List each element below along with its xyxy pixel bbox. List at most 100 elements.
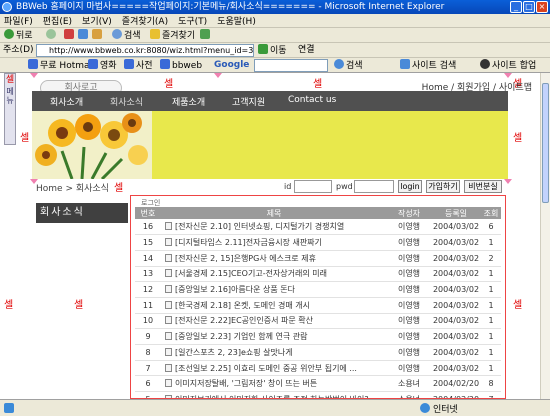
google-logo[interactable]: Google <box>214 59 249 72</box>
nav-item-products[interactable]: 제품소개 <box>172 95 205 108</box>
cell-marker: 셀 <box>114 183 124 194</box>
menu-file[interactable]: 파일(F) <box>4 14 33 27</box>
nav-item-support[interactable]: 고객지원 <box>232 95 265 108</box>
document-icon <box>165 222 172 231</box>
search-button[interactable]: 검색 <box>112 29 141 42</box>
menu-tools[interactable]: 도구(T) <box>178 14 207 27</box>
go-label: 이동 <box>270 46 287 56</box>
search-label: 검색 <box>124 31 141 41</box>
table-row[interactable]: 5이미지보기에서 이미지한 사이즈를 조정 하는방법이 바이?소용녀2004/0… <box>135 391 501 398</box>
row-title-text[interactable]: [조선일보 2.25] 이효리 도메인 중공 위안부 됩기에 ... <box>175 364 357 373</box>
join-button[interactable]: 가입하기 <box>426 180 460 193</box>
menu-help[interactable]: 도움말(H) <box>217 14 256 27</box>
sidebar-menu-tab[interactable]: 셀 메뉴 <box>4 73 16 145</box>
col-header-number: 번호 <box>135 207 161 219</box>
id-label: id <box>284 182 292 191</box>
row-number: 6 <box>135 375 161 393</box>
row-title[interactable]: 이미지저장탈배, '그림저장' 창이 뜨는 버튼 <box>161 375 387 393</box>
site-search-button[interactable]: 사이트 검색 <box>400 59 456 72</box>
link-icon <box>160 59 170 69</box>
google-search-button[interactable]: 검색 <box>334 59 363 72</box>
menu-view[interactable]: 보기(V) <box>82 14 112 27</box>
forward-button[interactable] <box>46 29 58 42</box>
find-password-button[interactable]: 비번분실 <box>464 180 502 193</box>
close-button[interactable]: × <box>536 1 548 13</box>
site-join-button[interactable]: 사이트 합업 <box>480 59 536 72</box>
link-bbweb[interactable]: bbweb <box>160 59 202 72</box>
site-search-icon <box>400 59 410 69</box>
document-icon <box>165 316 172 325</box>
row-number: 7 <box>135 360 161 377</box>
pwd-input[interactable] <box>354 180 394 193</box>
link-hotmail[interactable]: 무료 Hotmail <box>28 59 95 72</box>
back-arrow-icon <box>4 29 14 39</box>
table-row[interactable]: 16 [전자신문 2.10] 인터넷쇼핑, 디지털가기 경쟁치열 이영행 2004/0… <box>135 219 501 236</box>
row-title[interactable]: [서울경제 2.15]CEO기고-전자상거래의 미래 <box>161 266 387 283</box>
scrollbar-thumb[interactable] <box>542 83 549 203</box>
link-movie[interactable]: 영화 <box>88 59 117 72</box>
row-views: 1 <box>481 234 501 251</box>
table-row[interactable]: 9 [중앙일보 2.23] 기업인 함께 연극 관람 이영행 2004/03/02 1 <box>135 328 501 345</box>
login-button[interactable]: login <box>398 180 422 193</box>
go-button[interactable]: 이동 <box>258 44 287 57</box>
row-title[interactable]: [일간스포츠 2, 23]e쇼핑 살맛나게 <box>161 344 387 361</box>
row-title[interactable]: [중앙일보 2.16]아름다운 상품 돈다 <box>161 281 387 298</box>
links-label[interactable]: 연결 <box>298 44 315 57</box>
nav-item-contact[interactable]: Contact us <box>288 95 336 105</box>
row-title[interactable]: [조선일보 2.25] 이효리 도메인 중공 위안부 됩기에 ... <box>161 360 387 377</box>
row-title-text[interactable]: [전자신문 2, 15]은행PG사 에스크로 제휴 <box>175 254 316 263</box>
row-number: 12 <box>135 281 161 298</box>
refresh-button[interactable] <box>78 29 90 42</box>
table-row[interactable]: 10 [전자신문 2.22]EC공인인증서 파문 확산 이영행 2004/03/02 1 <box>135 313 501 330</box>
row-title[interactable]: [한국경제 2.18] 온켓, 도메인 경매 개시 <box>161 297 387 314</box>
menu-edit[interactable]: 편집(E) <box>43 14 72 27</box>
row-title-text[interactable]: [한국경제 2.18] 온켓, 도메인 경매 개시 <box>175 301 310 310</box>
row-title-text[interactable]: [일간스포츠 2, 23]e쇼핑 살맛나게 <box>175 348 293 357</box>
nav-item-news[interactable]: 회사소식 <box>110 95 143 108</box>
home-button[interactable] <box>92 29 104 42</box>
maximize-button[interactable]: □ <box>523 1 535 13</box>
table-row[interactable]: 15 [디지털타임스 2.11]전자금융시장 새판짜기 이영행 2004/03/02 1 <box>135 234 501 251</box>
row-title[interactable]: [중앙일보 2.23] 기업인 함께 연극 관람 <box>161 328 387 345</box>
minimize-button[interactable]: _ <box>510 1 522 13</box>
row-title[interactable]: [전자신문 2, 15]은행PG사 에스크로 제휴 <box>161 250 387 267</box>
refresh-icon <box>78 29 88 39</box>
row-title[interactable]: [전자신문 2.10] 인터넷쇼핑, 디지털가기 경쟁치열 <box>161 219 387 236</box>
table-row[interactable]: 7 [조선일보 2.25] 이효리 도메인 중공 위안부 됩기에 ... 이영행 20… <box>135 360 501 377</box>
row-title-text[interactable]: 이미지저장탈배, '그림저장' 창이 뜨는 버튼 <box>175 379 317 388</box>
id-input[interactable] <box>294 180 332 193</box>
table-row[interactable]: 6 이미지저장탈배, '그림저장' 창이 뜨는 버튼 소용녀 2004/02/20 8 <box>135 375 501 393</box>
row-title[interactable]: 이미지보기에서 이미지한 사이즈를 조정 하는방법이 바이? <box>161 391 387 398</box>
row-title[interactable]: [디지털타임스 2.11]전자금융시장 새판짜기 <box>161 234 387 251</box>
table-row[interactable]: 8 [일간스포츠 2, 23]e쇼핑 살맛나게 이영행 2004/03/02 1 <box>135 344 501 361</box>
vertical-scrollbar[interactable] <box>540 73 550 399</box>
breadcrumb[interactable]: Home > 회사소식 <box>36 181 109 194</box>
row-title-text[interactable]: [중앙일보 2.16]아름다운 상품 돈다 <box>175 285 295 294</box>
cell-marker: 셀 <box>313 79 323 90</box>
table-row[interactable]: 13 [서울경제 2.15]CEO기고-전자상거래의 미래 이영행 2004/03/0… <box>135 266 501 283</box>
stop-button[interactable] <box>64 29 76 42</box>
link-icon <box>88 59 98 69</box>
table-row[interactable]: 11 [한국경제 2.18] 온켓, 도메인 경매 개시 이영행 2004/03/02… <box>135 297 501 314</box>
row-title-text[interactable]: [서울경제 2.15]CEO기고-전자상거래의 미래 <box>175 269 327 278</box>
col-header-date: 등록일 <box>431 207 481 219</box>
media-button[interactable] <box>200 29 212 42</box>
row-views: 1 <box>481 328 501 345</box>
link-dictionary[interactable]: 사전 <box>124 59 153 72</box>
status-bar: 인터넷 <box>0 399 550 416</box>
row-title[interactable]: [전자신문 2.22]EC공인인증서 파문 확산 <box>161 313 387 330</box>
table-row[interactable]: 12 [중앙일보 2.16]아름다운 상품 돈다 이영행 2004/03/02 1 <box>135 281 501 298</box>
back-button[interactable]: 뒤로 <box>4 29 33 42</box>
google-search-input[interactable] <box>254 59 328 72</box>
address-input[interactable]: http://www.bbweb.co.kr:8080/wiz.html?men… <box>36 44 254 57</box>
row-title-text[interactable]: [전자신문 2.22]EC공인인증서 파문 확산 <box>175 316 313 325</box>
cell-marker: 셀 <box>164 79 174 90</box>
nav-item-about[interactable]: 회사소개 <box>50 95 83 108</box>
row-title-text[interactable]: [디지털타임스 2.11]전자금융시장 새판짜기 <box>175 238 322 247</box>
star-icon <box>150 29 160 39</box>
row-title-text[interactable]: [전자신문 2.10] 인터넷쇼핑, 디지털가기 경쟁치열 <box>175 222 344 231</box>
favorites-button[interactable]: 즐겨찾기 <box>150 29 195 42</box>
menu-favorites[interactable]: 즐겨찾기(A) <box>122 14 168 27</box>
table-row[interactable]: 14 [전자신문 2, 15]은행PG사 에스크로 제휴 이영행 2004/03/02… <box>135 250 501 267</box>
row-title-text[interactable]: [중앙일보 2.23] 기업인 함께 연극 관람 <box>175 332 307 341</box>
